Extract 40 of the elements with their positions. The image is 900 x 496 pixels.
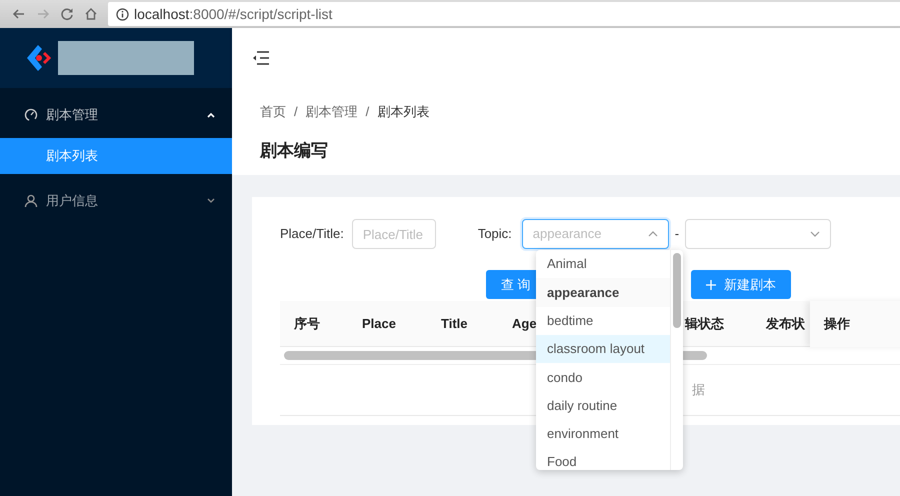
page-title: 剧本编写 — [260, 140, 329, 162]
dashboard-icon — [24, 108, 38, 122]
menu-fold-icon[interactable] — [252, 51, 270, 65]
dropdown-option[interactable]: condo — [536, 363, 670, 392]
text-field[interactable]: Place/Title — [352, 219, 436, 249]
field-label: Topic: — [478, 225, 512, 244]
dropdown-option[interactable]: classroom layout — [536, 334, 670, 364]
chevron-up-icon — [648, 229, 658, 239]
dropdown-option[interactable]: Food — [536, 448, 670, 470]
column-header: 序号 — [294, 314, 320, 333]
breadcrumb-separator: / — [366, 103, 370, 121]
column-header: Place — [362, 314, 396, 333]
home-icon[interactable] — [84, 7, 98, 21]
column-header: Title — [441, 314, 468, 333]
sidebar-menu[interactable]: 剧本管理 — [0, 92, 232, 138]
breadcrumb-separator: / — [294, 103, 298, 121]
chevron-down-icon — [810, 229, 820, 239]
plus-icon — [706, 280, 716, 290]
select-field[interactable] — [685, 219, 832, 249]
dropdown-option[interactable]: environment — [536, 420, 670, 448]
info-icon — [116, 8, 129, 20]
breadcrumb-link[interactable]: 剧本管理 — [306, 102, 358, 122]
user-icon — [24, 194, 38, 208]
sidebar-menu[interactable]: 用户信息 — [0, 178, 232, 224]
column-header: Age — [512, 314, 537, 333]
scrollbar-thumb[interactable] — [673, 253, 681, 328]
column-header: 操作 — [824, 315, 850, 334]
breadcrumb-link[interactable]: 首页 — [260, 102, 286, 122]
range-separator: - — [674, 225, 680, 244]
chevron-up-icon — [206, 110, 216, 120]
reload-icon[interactable] — [60, 7, 74, 21]
field-label: Place/Title: — [280, 225, 344, 244]
dropdown-option[interactable]: daily routine — [536, 391, 670, 420]
column-header: 辑状态 — [685, 314, 724, 333]
back-icon[interactable] — [12, 7, 26, 21]
dropdown-option[interactable]: appearance — [536, 278, 670, 307]
breadcrumb-current: 剧本列表 — [377, 103, 430, 121]
empty-text: 据 — [692, 381, 705, 400]
dropdown-option[interactable]: bedtime — [536, 306, 670, 335]
column-header: 发布状 — [766, 314, 805, 333]
